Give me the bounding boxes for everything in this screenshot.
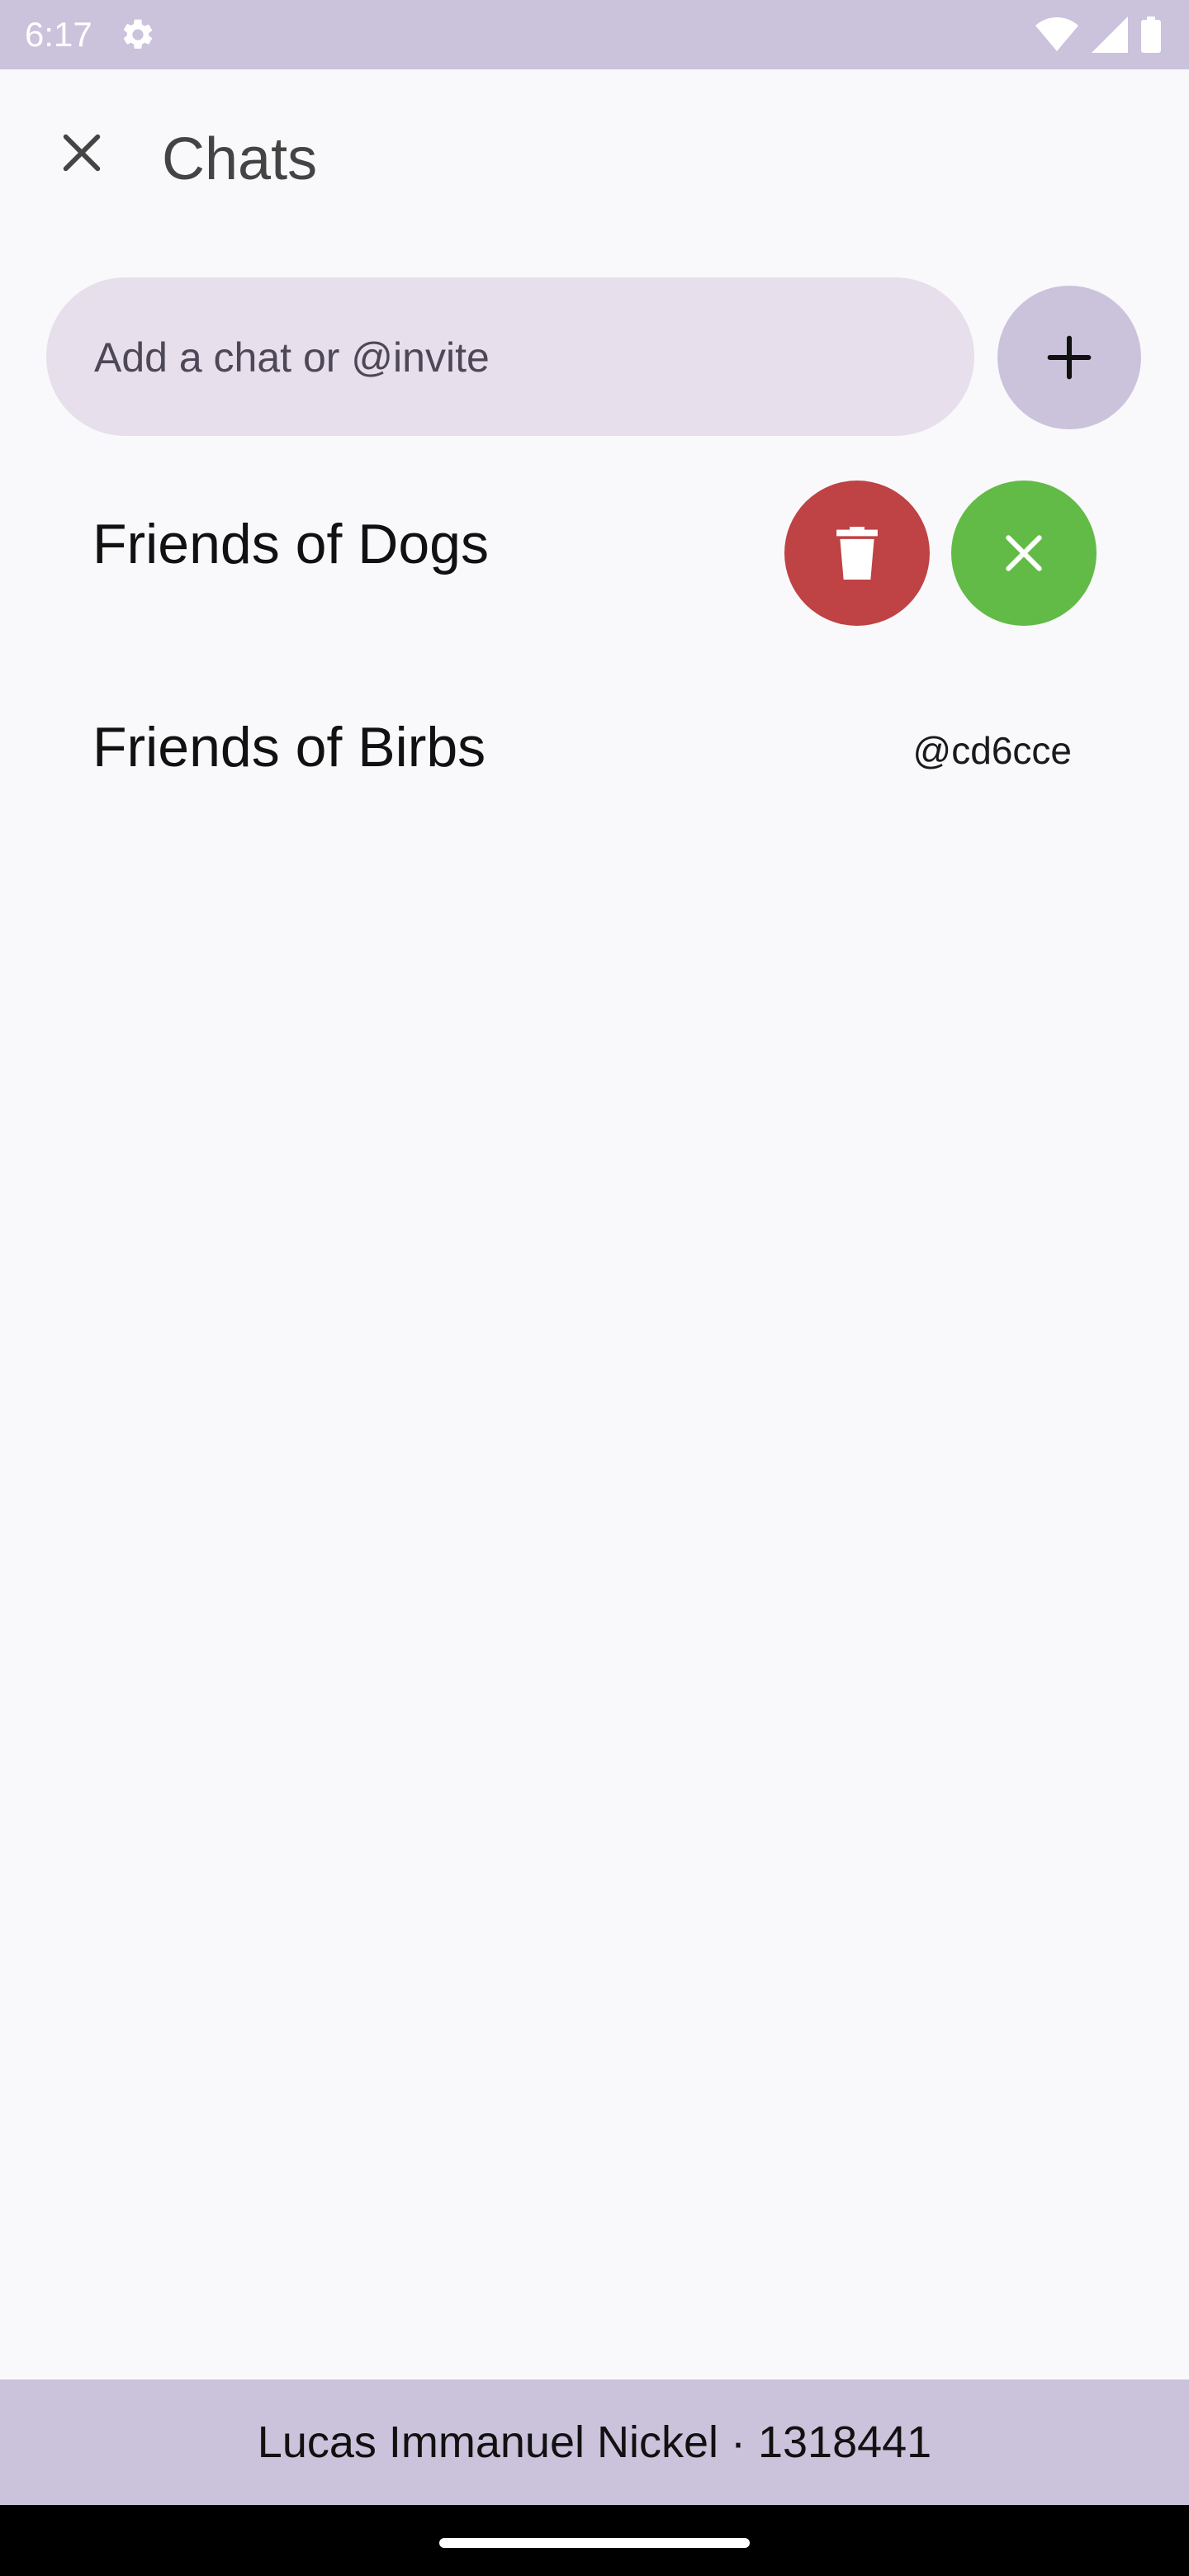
close-icon [63, 134, 101, 172]
close-icon [1006, 535, 1042, 571]
status-icons [1035, 17, 1161, 53]
delete-chat-button[interactable] [784, 481, 930, 626]
signal-icon [1092, 17, 1128, 53]
wifi-icon [1035, 17, 1078, 51]
chat-name: Friends of Birbs [92, 716, 486, 779]
plus-icon [1047, 335, 1092, 380]
chat-row[interactable]: Friends of Birbs @cd6cce [0, 669, 1189, 834]
chat-name: Friends of Dogs [92, 513, 489, 575]
chat-input[interactable] [92, 277, 921, 438]
status-time: 6:17 [25, 15, 92, 54]
status-bar: 6:17 [0, 0, 1189, 69]
chat-input-container [46, 277, 974, 438]
home-indicator[interactable] [439, 2538, 750, 2548]
user-info: Lucas Immanuel Nickel · 1318441 [257, 2417, 932, 2467]
dismiss-button[interactable] [951, 481, 1097, 626]
trash-icon [836, 527, 878, 580]
battery-icon [1141, 17, 1161, 53]
add-chat-button[interactable] [997, 286, 1141, 429]
settings-icon [123, 19, 153, 49]
close-button[interactable] [45, 116, 119, 190]
chat-invite-handle: @cd6cce [912, 729, 1072, 772]
page-title: Chats [162, 126, 318, 192]
system-nav-bar [0, 2505, 1189, 2576]
user-footer: Lucas Immanuel Nickel · 1318441 [0, 2379, 1189, 2505]
